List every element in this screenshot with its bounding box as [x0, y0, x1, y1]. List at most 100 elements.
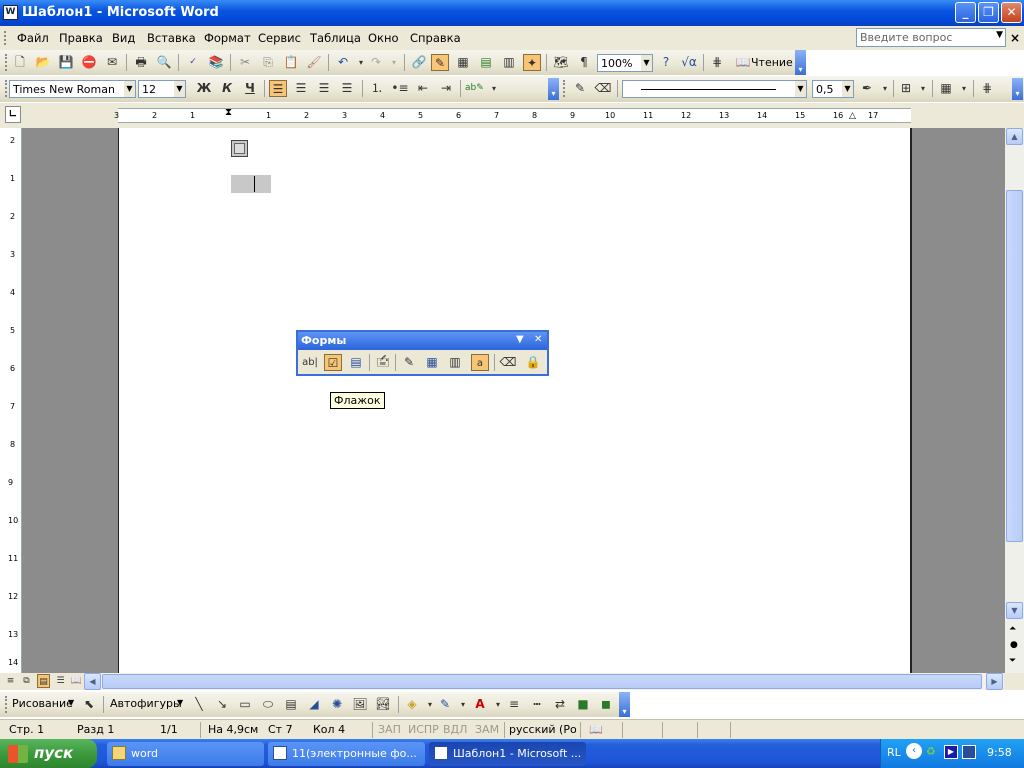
checkbox-form-field[interactable] [231, 140, 248, 157]
field-options-icon[interactable]: 🖆 [374, 354, 392, 371]
paste-icon[interactable]: 📋 [282, 54, 300, 71]
diagram-icon[interactable]: ✺ [328, 696, 346, 713]
line-style-icon[interactable]: ≡ [505, 696, 523, 713]
chevron-down-icon[interactable]: ▼ [174, 81, 185, 97]
arrow-icon[interactable]: ↘ [213, 696, 231, 713]
scroll-right-icon[interactable]: ▶ [986, 673, 1003, 690]
wordart-icon[interactable]: ◢ [305, 696, 323, 713]
open-folder-icon[interactable]: 📂 [34, 54, 52, 71]
insert-table-icon[interactable]: ▦ [454, 54, 472, 71]
align-right-icon[interactable]: ☰ [315, 80, 333, 97]
line-color-icon[interactable]: ✎ [436, 696, 454, 713]
chevron-down-icon[interactable]: ▼ [996, 30, 1003, 40]
line-weight-select[interactable]: 0,5 ▼ [812, 80, 854, 98]
text-box-icon[interactable]: ▤ [282, 696, 300, 713]
border-color-dropdown-icon[interactable]: ▾ [876, 80, 894, 97]
protect-form-icon[interactable]: 🔒 [524, 354, 542, 371]
tab-selector-button[interactable]: ∟ [5, 106, 21, 123]
status-record-macro[interactable]: ЗАП [378, 723, 401, 736]
toolbar-grip[interactable] [5, 54, 8, 71]
horizontal-scrollbar[interactable]: ◀ ▶ [84, 673, 1004, 690]
form-field-shading-icon[interactable]: a [471, 354, 489, 371]
print-preview-icon[interactable]: 🔍 [155, 54, 173, 71]
rectangle-icon[interactable]: ▭ [236, 696, 254, 713]
web-view-icon[interactable]: ⧉ [20, 674, 33, 688]
display-icon[interactable] [962, 745, 976, 759]
drawing-toggle-icon[interactable]: ✦ [523, 54, 541, 71]
language-indicator[interactable]: RL [887, 746, 901, 759]
reading-view-icon[interactable]: 📖 [70, 674, 83, 688]
menu-view[interactable]: Вид [112, 31, 135, 45]
close-document-icon[interactable]: × [1010, 31, 1020, 45]
scroll-up-icon[interactable]: ▲ [1006, 128, 1023, 145]
forms-toolbar-header[interactable]: Формы ▼ ✕ [298, 332, 547, 350]
show-formatting-icon[interactable]: ¶ [575, 54, 593, 71]
columns-icon[interactable]: ▥ [500, 54, 518, 71]
line-style-select[interactable]: ▼ [622, 80, 807, 98]
next-page-icon[interactable]: ⏷ [1009, 656, 1016, 666]
toolbar-options-icon[interactable]: ▼ [516, 334, 524, 345]
borders-icon[interactable]: ⊞ [897, 80, 915, 97]
text-field-icon[interactable]: ab| [301, 354, 319, 371]
undo-icon[interactable]: ↶ [334, 54, 352, 71]
fill-color-icon[interactable]: ◈ [403, 696, 421, 713]
permission-icon[interactable]: ⛔ [80, 54, 98, 71]
equation-icon[interactable]: √α [680, 54, 698, 71]
toolbar-options-icon[interactable]: ▾ [548, 78, 559, 100]
insert-table-dropdown-icon[interactable]: ▾ [955, 80, 973, 97]
chevron-down-icon[interactable]: ▼ [177, 698, 183, 707]
restore-button[interactable]: ❐ [978, 2, 999, 23]
help-question-input[interactable]: Введите вопрос ▼ [856, 28, 1006, 47]
highlight-icon[interactable]: ab✎ [465, 80, 484, 97]
checkbox-icon[interactable]: ☑ [324, 354, 342, 371]
line-color-dropdown-icon[interactable]: ▾ [454, 696, 472, 713]
insert-picture-icon[interactable]: 🏞 [374, 696, 392, 713]
chevron-down-icon[interactable]: ▼ [68, 698, 74, 707]
align-left-icon[interactable]: ☰ [269, 80, 287, 97]
minimize-button[interactable]: _ [955, 2, 976, 23]
toolbar-grip[interactable] [5, 80, 8, 97]
eraser-icon[interactable]: ⌫ [594, 80, 612, 97]
previous-page-icon[interactable]: ⏶ [1009, 624, 1016, 634]
clip-art-icon[interactable]: 🖼 [351, 696, 369, 713]
research-icon[interactable]: 📚 [207, 54, 225, 71]
tray-expand-icon[interactable]: ‹ [906, 743, 922, 759]
select-objects-icon[interactable]: ⬉ [80, 696, 98, 713]
forms-toolbar[interactable]: Формы ▼ ✕ ab| ☑ ▤ 🖆 ✎ ▦ ▥ a ⌫ 🔒 [296, 330, 549, 376]
italic-button[interactable]: К [218, 80, 236, 97]
justify-icon[interactable]: ☰ [338, 80, 356, 97]
scroll-left-icon[interactable]: ◀ [84, 673, 101, 690]
word-app-icon[interactable]: W [3, 5, 18, 20]
merge-cells-icon[interactable]: ⋕ [978, 80, 996, 97]
bullets-icon[interactable]: •≡ [391, 80, 409, 97]
toolbar-options-icon[interactable]: ▾ [795, 50, 806, 75]
status-track-changes[interactable]: ИСПР [408, 723, 439, 736]
taskbar-item-template[interactable]: Шаблон1 - Microsoft ... [429, 742, 586, 766]
close-icon[interactable]: ✕ [534, 334, 542, 345]
text-form-field[interactable] [231, 175, 271, 193]
menubar-grip[interactable] [4, 31, 7, 45]
title-bar[interactable]: W Шаблон1 - Microsoft Word _ ❐ ✕ [0, 0, 1024, 26]
menu-format[interactable]: Формат [204, 31, 251, 45]
bold-button[interactable]: Ж [195, 80, 213, 97]
status-overtype[interactable]: ЗАМ [475, 723, 499, 736]
redo-dropdown-icon[interactable]: ▾ [385, 54, 403, 71]
font-name-select[interactable]: Times New Roman ▼ [9, 80, 136, 98]
normal-view-icon[interactable]: ≡ [4, 674, 17, 688]
print-icon[interactable]: 🖶 [132, 54, 150, 71]
hyperlink-icon[interactable]: 🔗 [410, 54, 428, 71]
copy-icon[interactable]: ⎘ [259, 54, 277, 71]
underline-button[interactable]: Ч [241, 80, 259, 97]
format-painter-icon[interactable]: 🖌 [305, 54, 323, 71]
document-page[interactable] [118, 128, 912, 673]
drawing-menu-button[interactable]: Рисование [12, 697, 73, 710]
draw-table-icon[interactable]: ✎ [571, 80, 589, 97]
clock[interactable]: 9:58 [987, 746, 1012, 759]
menu-tools[interactable]: Сервис [258, 31, 301, 45]
close-window-button[interactable]: ✕ [1001, 2, 1022, 23]
draw-table-icon[interactable]: ✎ [400, 354, 418, 371]
toolbar-options-icon[interactable]: ▾ [1012, 78, 1023, 100]
toolbar-options-icon[interactable]: ▾ [619, 692, 630, 717]
save-icon[interactable]: 💾 [57, 54, 75, 71]
scroll-down-icon[interactable]: ▼ [1006, 602, 1023, 619]
